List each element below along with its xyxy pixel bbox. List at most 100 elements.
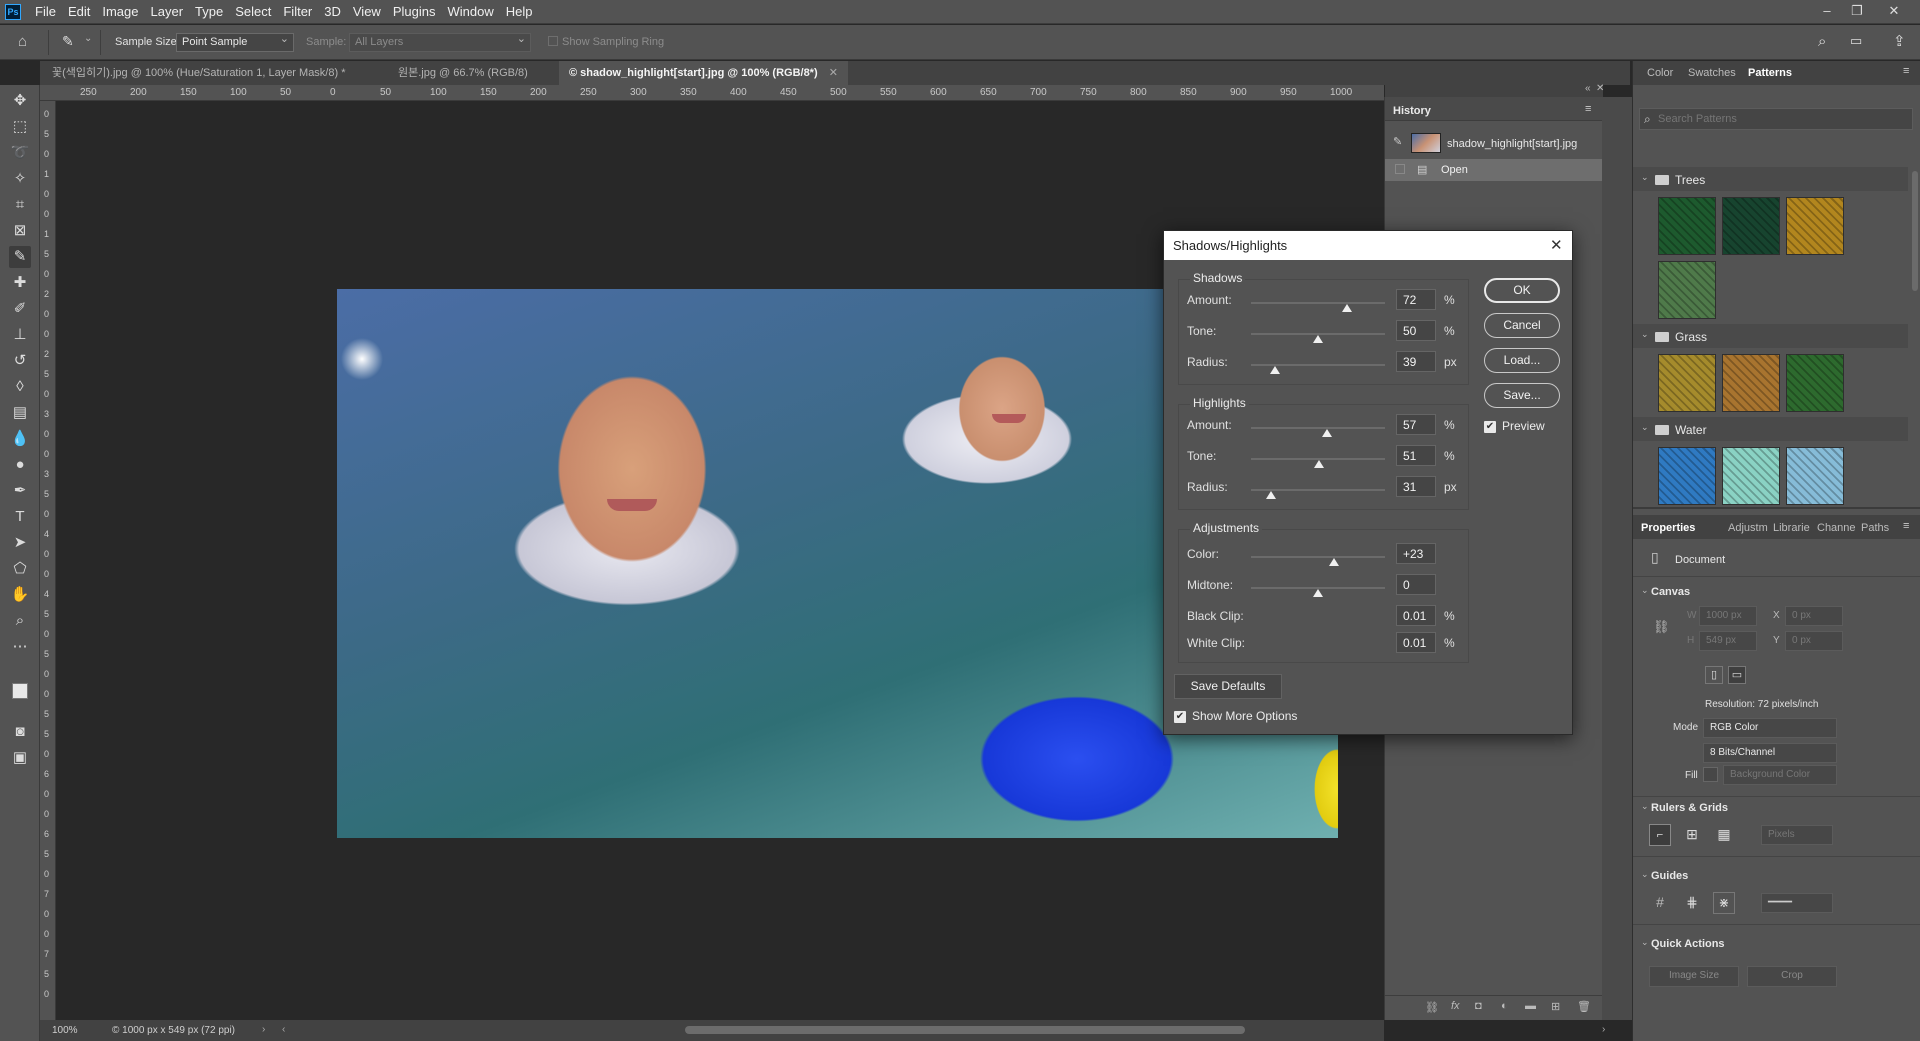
menu-filter[interactable]: Filter: [277, 0, 318, 24]
new-layer-icon[interactable]: ⊞: [1551, 1000, 1560, 1013]
dialog-title[interactable]: Shadows/Highlights: [1164, 231, 1572, 260]
sample-select[interactable]: All Layers: [349, 32, 531, 52]
history-title[interactable]: History: [1393, 105, 1431, 117]
blur-tool-icon[interactable]: 💧: [9, 428, 31, 450]
save-button[interactable]: Save...: [1484, 383, 1560, 408]
pattern-group-trees[interactable]: ⌄ Trees: [1633, 167, 1908, 191]
pattern-swatch[interactable]: [1658, 261, 1716, 319]
history-state-checkbox[interactable]: [1395, 164, 1405, 174]
tab-shadow-highlight-doc[interactable]: © shadow_highlight[start].jpg @ 100% (RG…: [559, 61, 848, 85]
pattern-swatch[interactable]: [1658, 447, 1716, 505]
chevron-down-icon[interactable]: ⌄: [1641, 585, 1649, 596]
show-more-options[interactable]: ✔ Show More Options: [1174, 709, 1297, 723]
crop-button[interactable]: Crop: [1747, 966, 1837, 987]
panel-menu-icon[interactable]: ≡: [1903, 520, 1909, 532]
minimize-icon[interactable]: –: [1813, 0, 1841, 24]
screen-mode-icon[interactable]: ▣: [9, 747, 31, 769]
pattern-swatch[interactable]: [1722, 447, 1780, 505]
load-button[interactable]: Load...: [1484, 348, 1560, 373]
highlights-radius-input[interactable]: 31: [1396, 476, 1436, 497]
history-snapshot[interactable]: ✎ shadow_highlight[start].jpg: [1385, 131, 1603, 157]
midtone-input[interactable]: 0: [1396, 574, 1436, 595]
y-field[interactable]: 0 px: [1785, 631, 1843, 651]
close-icon[interactable]: ✕: [1880, 0, 1908, 24]
history-brush-tool-icon[interactable]: ↺: [9, 350, 31, 372]
tab-adjustments[interactable]: Adjustm: [1728, 522, 1768, 534]
menu-edit[interactable]: Edit: [62, 0, 96, 24]
tab-flower-doc[interactable]: 꽃(색입히기).jpg @ 100% (Hue/Saturation 1, La…: [42, 61, 356, 85]
menu-image[interactable]: Image: [96, 0, 144, 24]
pattern-group-water[interactable]: ⌄ Water: [1633, 417, 1908, 441]
shadows-amount-slider[interactable]: [1251, 302, 1385, 312]
guide-style-select[interactable]: ━━━━: [1761, 893, 1833, 913]
pattern-group-grass[interactable]: ⌄ Grass: [1633, 324, 1908, 348]
gradient-tool-icon[interactable]: ▤: [9, 402, 31, 424]
tab-channels[interactable]: Channe: [1817, 522, 1856, 534]
scroll-left-icon[interactable]: ‹: [282, 1024, 285, 1035]
height-field[interactable]: 549 px: [1699, 631, 1757, 651]
fx-icon[interactable]: fx: [1451, 1000, 1460, 1012]
quick-select-tool-icon[interactable]: ✧: [9, 168, 31, 190]
menu-file[interactable]: File: [29, 0, 62, 24]
slider-thumb[interactable]: [1322, 429, 1333, 437]
pattern-swatch[interactable]: [1658, 354, 1716, 412]
menu-plugins[interactable]: Plugins: [387, 0, 442, 24]
tab-patterns[interactable]: Patterns: [1748, 67, 1792, 79]
highlights-radius-slider[interactable]: [1251, 489, 1385, 499]
pattern-swatch[interactable]: [1722, 197, 1780, 255]
eyedropper-tool-icon[interactable]: ✎: [9, 246, 31, 268]
quick-actions-section-title[interactable]: Quick Actions: [1651, 938, 1725, 950]
preview-toggle[interactable]: ✔ Preview: [1484, 419, 1545, 433]
history-brush-source-icon[interactable]: ✎: [1393, 135, 1402, 148]
patterns-scrollbar[interactable]: [1912, 171, 1918, 291]
home-icon[interactable]: ⌂: [18, 33, 27, 50]
dodge-tool-icon[interactable]: ●: [9, 454, 31, 476]
shadows-tone-slider[interactable]: [1251, 333, 1385, 343]
healing-brush-tool-icon[interactable]: ✚: [9, 272, 31, 294]
close-panel-icon[interactable]: ✕: [1596, 83, 1604, 94]
slider-thumb[interactable]: [1314, 460, 1325, 468]
pixel-grid-icon[interactable]: ▦: [1713, 824, 1735, 846]
tab-swatches[interactable]: Swatches: [1688, 67, 1736, 79]
white-clip-input[interactable]: 0.01: [1396, 632, 1436, 653]
move-tool-icon[interactable]: ✥: [9, 90, 31, 112]
grid-icon[interactable]: ⊞: [1681, 824, 1703, 846]
canvas-section-title[interactable]: Canvas: [1651, 586, 1690, 598]
scroll-right-icon[interactable]: ›: [1602, 1024, 1605, 1035]
search-icon[interactable]: ⌕: [1818, 33, 1826, 50]
collapse-icon[interactable]: «: [1585, 83, 1591, 94]
smart-guides-icon[interactable]: ⋇: [1713, 892, 1735, 914]
hand-tool-icon[interactable]: ✋: [9, 584, 31, 606]
menu-type[interactable]: Type: [189, 0, 229, 24]
landscape-icon[interactable]: ▭: [1728, 666, 1746, 684]
menu-3d[interactable]: 3D: [318, 0, 347, 24]
pattern-swatch[interactable]: [1658, 197, 1716, 255]
menu-window[interactable]: Window: [441, 0, 499, 24]
portrait-icon[interactable]: ▯: [1705, 666, 1723, 684]
eraser-tool-icon[interactable]: ◊: [9, 376, 31, 398]
tab-paths[interactable]: Paths: [1861, 522, 1889, 534]
pattern-search-field[interactable]: ⌕: [1639, 108, 1913, 130]
chevron-down-icon[interactable]: ⌄: [1641, 937, 1649, 948]
bit-depth-select[interactable]: 8 Bits/Channel: [1703, 743, 1837, 763]
slider-thumb[interactable]: [1313, 335, 1323, 343]
fill-swatch[interactable]: [1703, 767, 1718, 782]
midtone-slider[interactable]: [1251, 587, 1385, 597]
more-tools-icon[interactable]: ⋯: [9, 636, 31, 658]
history-item[interactable]: ▤ Open: [1385, 159, 1603, 181]
pattern-swatch[interactable]: [1786, 447, 1844, 505]
quick-mask-icon[interactable]: ◙: [9, 721, 31, 743]
slider-thumb[interactable]: [1342, 304, 1353, 312]
close-icon[interactable]: ✕: [1550, 236, 1563, 254]
highlights-tone-input[interactable]: 51: [1396, 445, 1436, 466]
menu-select[interactable]: Select: [229, 0, 277, 24]
path-select-tool-icon[interactable]: ➤: [9, 532, 31, 554]
marquee-tool-icon[interactable]: ⬚: [9, 116, 31, 138]
save-defaults-button[interactable]: Save Defaults: [1174, 674, 1282, 699]
fill-select[interactable]: Background Color: [1723, 765, 1837, 785]
highlights-amount-slider[interactable]: [1251, 427, 1385, 437]
pattern-search-input[interactable]: [1658, 111, 1908, 127]
highlights-amount-input[interactable]: 57: [1396, 414, 1436, 435]
chevron-down-icon[interactable]: ⌄: [1641, 869, 1649, 880]
zoom-level[interactable]: 100%: [52, 1025, 78, 1036]
